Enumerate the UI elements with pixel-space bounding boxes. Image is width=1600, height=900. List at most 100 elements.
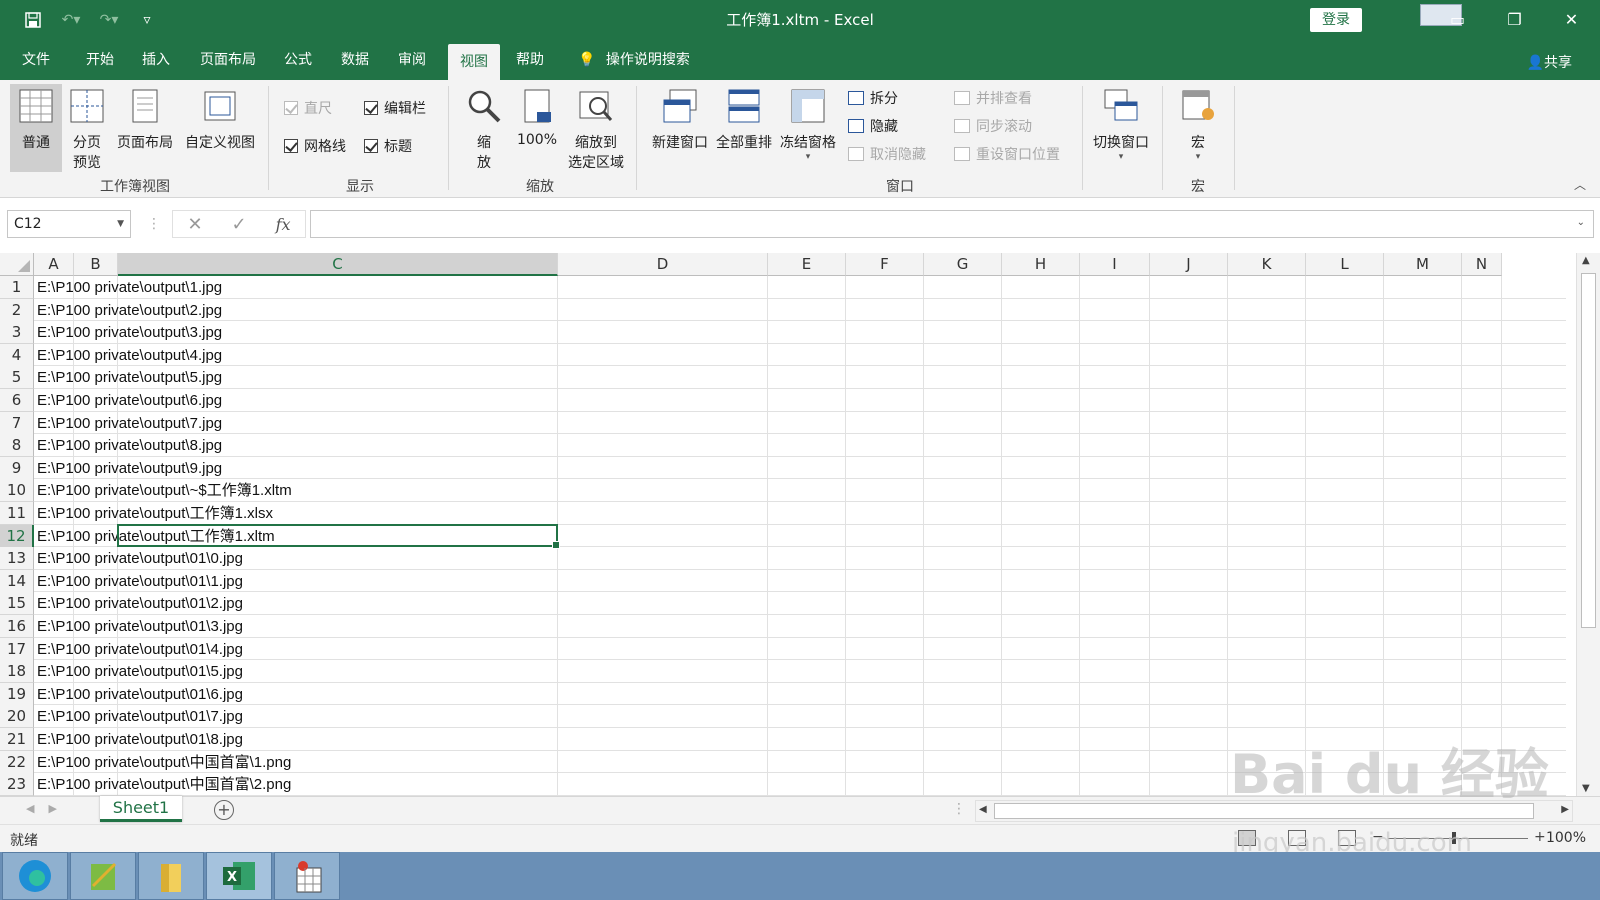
row-header[interactable]: 1	[0, 276, 34, 299]
tab-formulas[interactable]: 公式	[272, 40, 324, 80]
add-sheet-button[interactable]: +	[214, 800, 234, 820]
view-side-by-side-button[interactable]: 并排查看	[954, 88, 1032, 108]
login-button[interactable]: 登录	[1310, 8, 1362, 32]
expand-formula-icon[interactable]: ⌄	[1577, 217, 1585, 228]
cell-a20[interactable]: E:\P100 private\output\01\7.jpg	[37, 705, 243, 728]
zoom-level[interactable]: 100%	[1546, 830, 1586, 846]
tab-help[interactable]: 帮助	[504, 40, 556, 80]
vertical-scroll-thumb[interactable]	[1581, 273, 1596, 628]
cell-a9[interactable]: E:\P100 private\output\9.jpg	[37, 457, 222, 480]
row-header[interactable]: 4	[0, 343, 34, 367]
row-header[interactable]: 20	[0, 705, 34, 729]
cell-a8[interactable]: E:\P100 private\output\8.jpg	[37, 434, 222, 457]
row-header[interactable]: 6	[0, 389, 34, 412]
split-button[interactable]: 拆分	[848, 88, 898, 108]
column-header-k[interactable]: K	[1228, 253, 1306, 276]
cell-a5[interactable]: E:\P100 private\output\5.jpg	[37, 366, 222, 389]
scroll-down-icon[interactable]: ▼	[1582, 783, 1590, 794]
row-header[interactable]: 17	[0, 637, 34, 661]
cell-a23[interactable]: E:\P100 private\output\中国首富\2.png	[37, 773, 291, 796]
column-header-i[interactable]: I	[1080, 253, 1150, 276]
collapse-ribbon-icon[interactable]: ︿	[1574, 176, 1586, 193]
arrange-all-button[interactable]: 全部重排	[712, 84, 776, 172]
enter-icon[interactable]: ✓	[232, 214, 247, 235]
page-layout-view-button[interactable]: 页面布局	[112, 84, 178, 172]
switch-windows-button[interactable]: 切换窗口 ▾	[1088, 84, 1154, 172]
tab-data[interactable]: 数据	[329, 40, 381, 80]
tab-split-handle-icon[interactable]: ⋮	[952, 801, 966, 817]
zoom-to-selection-button[interactable]: 缩放到 选定区域	[564, 84, 628, 172]
cell-a1[interactable]: E:\P100 private\output\1.jpg	[37, 276, 222, 299]
column-header-a[interactable]: A	[34, 253, 74, 276]
restore-icon[interactable]: ❐	[1486, 0, 1543, 38]
ruler-checkbox[interactable]: 直尺	[284, 98, 332, 118]
tab-file[interactable]: 文件	[10, 40, 62, 80]
row-header[interactable]: 5	[0, 366, 34, 390]
sync-scroll-button[interactable]: 同步滚动	[954, 116, 1032, 136]
resize-handle-icon[interactable]: ⋮	[147, 216, 161, 232]
ribbon-display-icon[interactable]: ▭	[1429, 0, 1486, 38]
cell-a10[interactable]: E:\P100 private\output\~$工作簿1.xltm	[37, 479, 292, 502]
formula-input[interactable]: ⌄	[310, 210, 1594, 238]
row-header[interactable]: 23	[0, 773, 34, 796]
column-header-g[interactable]: G	[924, 253, 1002, 276]
gridlines-checkbox[interactable]: 网格线	[284, 136, 346, 156]
row-header[interactable]: 7	[0, 411, 34, 435]
taskbar-edge[interactable]	[2, 852, 68, 900]
cell-a13[interactable]: E:\P100 private\output\01\0.jpg	[37, 547, 243, 570]
tab-view[interactable]: 视图	[448, 44, 500, 80]
column-header-b[interactable]: B	[74, 253, 118, 276]
row-header[interactable]: 13	[0, 547, 34, 571]
worksheet-grid[interactable]: ▲ ▼ A B C D E F G H I J K L M N 1 E:\P100 private\outpu…	[0, 253, 1600, 796]
cell-a14[interactable]: E:\P100 private\output\01\1.jpg	[37, 570, 243, 593]
vertical-scrollbar[interactable]: ▲ ▼	[1576, 253, 1600, 796]
close-icon[interactable]: ✕	[1543, 0, 1600, 38]
page-break-preview-button[interactable]: 分页 预览	[64, 84, 110, 172]
row-header[interactable]: 19	[0, 682, 34, 706]
cell-a4[interactable]: E:\P100 private\output\4.jpg	[37, 344, 222, 367]
row-header[interactable]: 22	[0, 750, 34, 774]
cell-a6[interactable]: E:\P100 private\output\6.jpg	[37, 389, 222, 412]
reset-window-position-button[interactable]: 重设窗口位置	[954, 144, 1060, 164]
cell-a16[interactable]: E:\P100 private\output\01\3.jpg	[37, 615, 243, 638]
row-header[interactable]: 3	[0, 321, 34, 345]
custom-views-button[interactable]: 自定义视图	[180, 84, 260, 172]
cell-a18[interactable]: E:\P100 private\output\01\5.jpg	[37, 660, 243, 683]
row-header[interactable]: 9	[0, 456, 34, 480]
row-header[interactable]: 12	[0, 524, 34, 548]
column-header-e[interactable]: E	[768, 253, 846, 276]
row-header[interactable]: 21	[0, 728, 34, 751]
select-all-button[interactable]	[0, 253, 34, 276]
tab-insert[interactable]: 插入	[130, 40, 182, 80]
column-header-h[interactable]: H	[1002, 253, 1080, 276]
taskbar-notepad[interactable]	[70, 852, 136, 900]
column-header-d[interactable]: D	[558, 253, 768, 276]
cancel-icon[interactable]: ✕	[187, 214, 202, 235]
scroll-left-icon[interactable]: ◀	[979, 804, 987, 815]
insert-function-button[interactable]: fx	[276, 215, 291, 234]
macros-button[interactable]: 宏 ▾	[1172, 84, 1224, 172]
cell-a11[interactable]: E:\P100 private\output\工作簿1.xlsx	[37, 502, 273, 525]
tell-me-search[interactable]: 💡 操作说明搜索	[566, 40, 702, 80]
row-header[interactable]: 18	[0, 660, 34, 684]
zoom-100-button[interactable]: 100%	[512, 84, 562, 172]
row-header[interactable]: 8	[0, 434, 34, 458]
normal-view-button[interactable]: 普通	[10, 84, 62, 172]
cell-a3[interactable]: E:\P100 private\output\3.jpg	[37, 321, 222, 344]
cell-a22[interactable]: E:\P100 private\output\中国首富\1.png	[37, 751, 291, 774]
zoom-in-icon[interactable]: +	[1534, 829, 1546, 845]
cell-a21[interactable]: E:\P100 private\output\01\8.jpg	[37, 728, 243, 751]
tab-home[interactable]: 开始	[74, 40, 126, 80]
new-window-button[interactable]: 新建窗口	[648, 84, 712, 172]
cell-a2[interactable]: E:\P100 private\output\2.jpg	[37, 299, 222, 322]
column-header-c[interactable]: C	[118, 253, 558, 276]
row-header[interactable]: 15	[0, 592, 34, 616]
row-header[interactable]: 2	[0, 298, 34, 322]
sheet-nav-icon[interactable]: ◀▶	[26, 802, 71, 815]
cell-a17[interactable]: E:\P100 private\output\01\4.jpg	[37, 638, 243, 661]
tab-page-layout[interactable]: 页面布局	[188, 40, 268, 80]
column-header-n[interactable]: N	[1462, 253, 1502, 276]
scroll-up-icon[interactable]: ▲	[1582, 255, 1590, 266]
column-header-f[interactable]: F	[846, 253, 924, 276]
column-header-j[interactable]: J	[1150, 253, 1228, 276]
